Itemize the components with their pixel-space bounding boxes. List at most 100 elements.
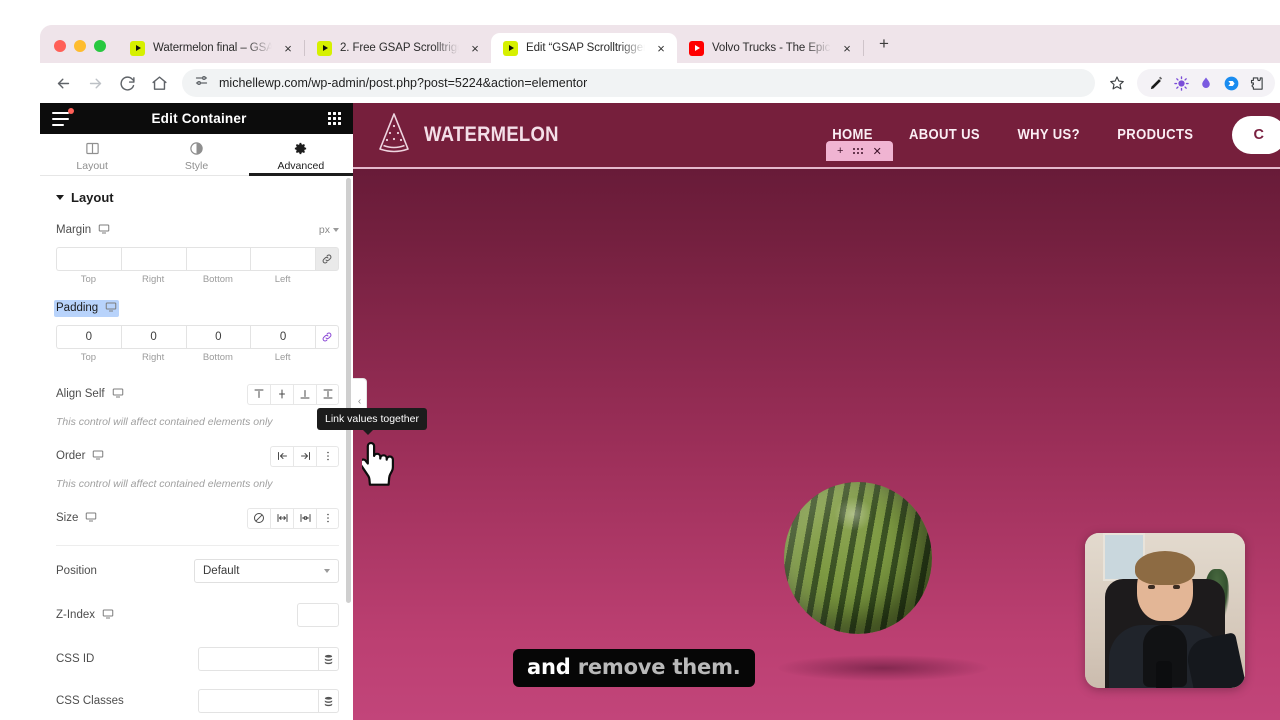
align-start-icon[interactable]	[247, 383, 270, 405]
caret-down-icon	[56, 195, 64, 201]
responsive-device-icon[interactable]	[85, 511, 97, 526]
margin-unit-selector[interactable]: px	[319, 224, 339, 236]
responsive-device-icon[interactable]	[92, 449, 104, 464]
home-icon[interactable]	[144, 68, 174, 98]
responsive-device-icon[interactable]	[105, 301, 117, 316]
browser-tab-1[interactable]: Watermelon final – GSAP scr ×	[118, 33, 304, 63]
nav-cta-button[interactable]: C	[1231, 116, 1280, 154]
tab-close-icon[interactable]: ×	[839, 42, 855, 55]
css-classes-row: CSS Classes	[40, 686, 353, 716]
align-self-hint: This control will affect contained eleme…	[56, 416, 273, 429]
extensions-pill	[1137, 69, 1275, 97]
position-select[interactable]: Default	[194, 559, 339, 584]
order-first-icon[interactable]	[270, 445, 293, 467]
sun-icon[interactable]	[1173, 75, 1189, 91]
margin-left-input[interactable]	[250, 247, 315, 272]
brand-name: WATERMELON	[424, 123, 559, 146]
tab-layout[interactable]: Layout	[40, 134, 144, 175]
video-caption: and remove them.	[513, 649, 755, 687]
tune-icon[interactable]	[194, 73, 209, 93]
margin-top-input[interactable]	[56, 247, 121, 272]
margin-bottom-input[interactable]	[185, 247, 251, 272]
padding-right-input[interactable]: 0	[120, 325, 186, 350]
size-grow-icon[interactable]	[270, 507, 293, 529]
responsive-device-icon[interactable]	[98, 223, 110, 238]
droplet-icon[interactable]	[1198, 75, 1214, 91]
size-none-icon[interactable]	[247, 507, 270, 529]
tab-close-icon[interactable]: ×	[467, 42, 483, 55]
watermelon-image[interactable]	[784, 482, 932, 634]
responsive-device-icon[interactable]	[102, 608, 114, 623]
css-classes-input[interactable]	[198, 689, 318, 714]
back-icon[interactable]	[48, 68, 78, 98]
page-backdrop-left	[0, 0, 40, 720]
puzzle-icon[interactable]	[1248, 75, 1264, 91]
reload-icon[interactable]	[112, 68, 142, 98]
padding-row: Padding	[40, 293, 353, 323]
blue-circle-icon[interactable]	[1223, 75, 1239, 91]
z-index-input[interactable]	[297, 603, 339, 628]
new-tab-button[interactable]: +	[870, 30, 898, 58]
forward-icon[interactable]	[80, 68, 110, 98]
panel-body: Layout Margin px Top Right Bottom Left P…	[40, 176, 353, 720]
tab-style[interactable]: Style	[144, 134, 248, 175]
tab-advanced[interactable]: Advanced	[248, 134, 354, 177]
padding-label-top: Top	[80, 352, 97, 364]
padding-top-input[interactable]: 0	[56, 325, 121, 350]
size-buttons	[247, 507, 339, 529]
dynamic-tags-icon[interactable]	[318, 647, 339, 672]
gear-icon	[293, 140, 308, 156]
star-icon[interactable]	[1103, 69, 1131, 97]
add-element-icon[interactable]: +	[837, 145, 843, 157]
align-stretch-icon[interactable]	[316, 383, 339, 405]
pen-icon[interactable]	[1148, 75, 1164, 91]
tab-close-icon[interactable]: ×	[280, 42, 296, 55]
close-window-button[interactable]	[54, 40, 66, 52]
margin-link-values-button[interactable]	[315, 247, 339, 272]
grid-apps-icon[interactable]	[328, 112, 341, 126]
tab-list: Watermelon final – GSAP scr × 2. Free GS…	[118, 25, 898, 63]
order-more-icon[interactable]	[316, 445, 339, 467]
panel-scrollbar[interactable]	[346, 176, 351, 720]
responsive-device-icon[interactable]	[112, 387, 124, 402]
size-shrink-icon[interactable]	[293, 507, 316, 529]
minimize-window-button[interactable]	[74, 40, 86, 52]
tab-close-icon[interactable]: ×	[653, 42, 669, 55]
browser-tab-3-active[interactable]: Edit “GSAP Scrolltrigger Elen ×	[491, 33, 677, 63]
nav-item-why-us[interactable]: WHY US?	[1017, 127, 1079, 143]
section-layout-header[interactable]: Layout	[40, 176, 353, 215]
css-id-field	[198, 647, 339, 672]
nav-item-products[interactable]: PRODUCTS	[1117, 127, 1193, 143]
browser-tab-2[interactable]: 2. Free GSAP Scrolltrigger El ×	[305, 33, 491, 63]
align-center-icon[interactable]	[270, 383, 293, 405]
order-last-icon[interactable]	[293, 445, 316, 467]
close-element-icon[interactable]: ✕	[873, 145, 882, 158]
site-logo[interactable]: WATERMELON	[375, 111, 577, 160]
margin-label-right: Right	[142, 274, 165, 286]
panel-scrollbar-thumb[interactable]	[346, 178, 351, 604]
padding-label-right: Right	[142, 352, 165, 364]
nav-item-about-us[interactable]: ABOUT US	[909, 127, 980, 143]
element-toolbar: + ✕	[826, 141, 893, 161]
notification-badge	[68, 107, 74, 114]
padding-label-bottom: Bottom	[202, 352, 233, 364]
browser-tab-4[interactable]: Volvo Trucks - The Epic Split ×	[677, 33, 863, 63]
dynamic-tags-icon[interactable]	[318, 689, 339, 714]
hamburger-icon[interactable]	[52, 107, 74, 126]
align-end-icon[interactable]	[293, 383, 316, 405]
maximize-window-button[interactable]	[94, 40, 106, 52]
section-layout-title: Layout	[71, 190, 114, 206]
tab-layout-label: Layout	[76, 160, 108, 173]
size-more-icon[interactable]	[316, 507, 339, 529]
margin-right-input[interactable]	[120, 247, 186, 272]
padding-bottom-input[interactable]: 0	[185, 325, 251, 350]
padding-label: Padding	[54, 299, 120, 317]
padding-left-input[interactable]: 0	[250, 325, 315, 350]
address-bar[interactable]: michellewp.com/wp-admin/post.php?post=52…	[182, 69, 1095, 97]
css-id-input[interactable]	[198, 647, 318, 672]
css-classes-field	[198, 689, 339, 714]
url-text: michellewp.com/wp-admin/post.php?post=52…	[219, 76, 588, 90]
padding-link-values-button[interactable]	[315, 325, 339, 350]
margin-label: Margin	[56, 223, 110, 238]
drag-handle-icon[interactable]	[853, 148, 863, 154]
